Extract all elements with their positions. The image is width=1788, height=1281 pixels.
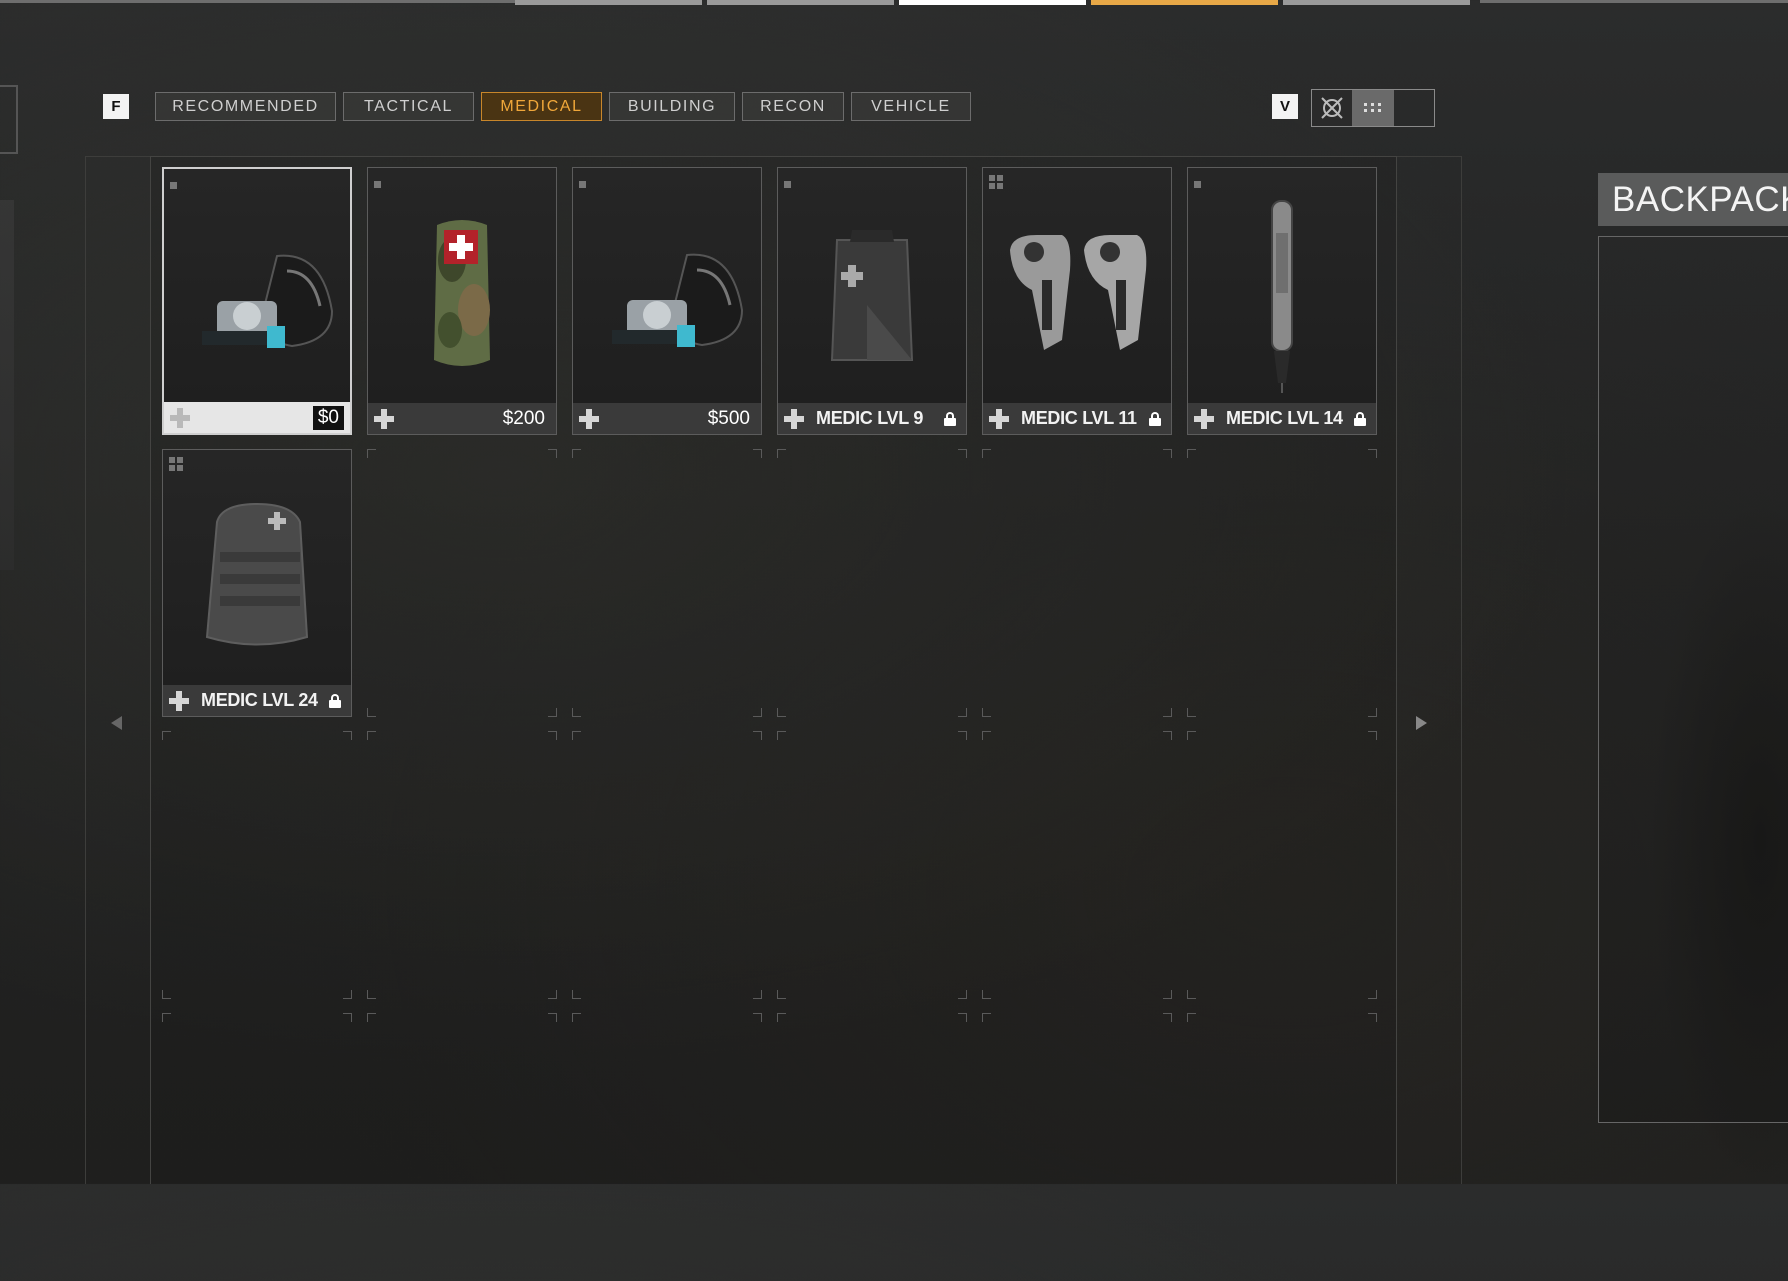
medic-backpack-icon: [163, 472, 351, 682]
item-card[interactable]: MEDIC LVL 11: [982, 167, 1172, 435]
empty-slot[interactable]: [367, 731, 557, 999]
filter-vehicle[interactable]: VEHICLE: [851, 92, 971, 121]
item-card[interactable]: MEDIC LVL 9: [777, 167, 967, 435]
item-footer: MEDIC LVL 9: [778, 403, 966, 434]
top-tab-2[interactable]: [515, 0, 702, 5]
item-price: $0: [312, 405, 344, 430]
top-tab-6[interactable]: [1283, 0, 1470, 5]
backpack-title: BACKPACK: [1598, 173, 1788, 226]
unlock-requirement: MEDIC LVL 9: [816, 408, 924, 428]
medic-bag-icon: [778, 190, 966, 400]
top-tab-1[interactable]: [0, 0, 545, 3]
add-icon[interactable]: [579, 408, 599, 429]
filter-key-hint: F: [103, 94, 129, 119]
filter-medical[interactable]: MEDICAL: [481, 92, 602, 121]
page-left-arrow-icon[interactable]: [111, 716, 122, 730]
item-footer: MEDIC LVL 14: [1188, 403, 1376, 434]
top-tab-4[interactable]: [899, 0, 1086, 5]
empty-slot[interactable]: [572, 731, 762, 999]
empty-slot[interactable]: [1187, 731, 1377, 999]
grid-view-icon[interactable]: [1352, 90, 1394, 126]
add-icon[interactable]: [374, 408, 394, 429]
empty-slot[interactable]: [572, 449, 762, 717]
empty-slot[interactable]: [982, 1013, 1172, 1281]
empty-slot[interactable]: [777, 449, 967, 717]
item-price: $500: [707, 407, 750, 429]
empty-slot[interactable]: [1187, 1013, 1377, 1281]
filter-recommended[interactable]: RECOMMENDED: [155, 92, 336, 121]
page-right-arrow-icon[interactable]: [1416, 716, 1427, 730]
item-footer: $0: [164, 402, 350, 433]
item-card[interactable]: $200: [367, 167, 557, 435]
empty-slot[interactable]: [162, 731, 352, 999]
empty-slot[interactable]: [1187, 449, 1377, 717]
add-icon[interactable]: [989, 408, 1009, 429]
unlock-requirement: MEDIC LVL 14: [1226, 408, 1343, 428]
empty-slot[interactable]: [777, 1013, 967, 1281]
empty-slot[interactable]: [982, 731, 1172, 999]
filter-recon[interactable]: RECON: [742, 92, 844, 121]
unlock-requirement: MEDIC LVL 24: [201, 690, 318, 710]
item-footer: MEDIC LVL 24: [163, 685, 351, 716]
filter-tactical[interactable]: TACTICAL: [343, 92, 474, 121]
add-icon[interactable]: [1194, 408, 1214, 429]
empty-slot[interactable]: [572, 1013, 762, 1281]
side-panel-edge[interactable]: [0, 85, 18, 154]
filter-building[interactable]: BUILDING: [609, 92, 735, 121]
category-filter-bar: RECOMMENDED TACTICAL MEDICAL BUILDING RE…: [155, 92, 971, 121]
item-footer: $500: [573, 403, 761, 434]
item-footer: $200: [368, 403, 556, 434]
lock-icon: [1149, 411, 1161, 426]
empty-slot[interactable]: [777, 731, 967, 999]
empty-slot[interactable]: [982, 449, 1172, 717]
tourniquet-pouch-icon: [368, 190, 556, 400]
item-card[interactable]: MEDIC LVL 14: [1187, 167, 1377, 435]
top-tab-5[interactable]: [1091, 0, 1278, 5]
gas-mask-icon: [164, 191, 350, 401]
top-tab-strip: [0, 0, 1788, 6]
gas-mask-icon: [573, 190, 761, 400]
side-vertical-text: [0, 200, 14, 570]
lock-icon: [1354, 411, 1366, 426]
view-key-hint: V: [1272, 94, 1298, 119]
top-tab-3[interactable]: [707, 0, 894, 5]
top-tab-7[interactable]: [1480, 0, 1788, 3]
add-icon[interactable]: [170, 407, 190, 428]
item-card[interactable]: $0: [162, 167, 352, 435]
defibrillator-icon: [983, 190, 1171, 400]
add-icon[interactable]: [169, 690, 189, 711]
empty-slot[interactable]: [367, 449, 557, 717]
empty-slot[interactable]: [367, 1013, 557, 1281]
item-price: $200: [502, 407, 545, 429]
target-view-icon[interactable]: [1312, 90, 1352, 126]
view-toggle-empty[interactable]: [1394, 90, 1434, 126]
injector-pen-icon: [1188, 190, 1376, 400]
item-card[interactable]: MEDIC LVL 24: [162, 449, 352, 717]
unlock-requirement: MEDIC LVL 11: [1021, 408, 1137, 428]
lock-icon: [329, 693, 341, 708]
item-footer: MEDIC LVL 11: [983, 403, 1171, 434]
backpack-panel[interactable]: [1598, 236, 1788, 1123]
empty-slot[interactable]: [162, 1013, 352, 1281]
lock-icon: [944, 411, 956, 426]
view-mode-toggle[interactable]: [1311, 89, 1435, 127]
add-icon[interactable]: [784, 408, 804, 429]
item-card[interactable]: $500: [572, 167, 762, 435]
